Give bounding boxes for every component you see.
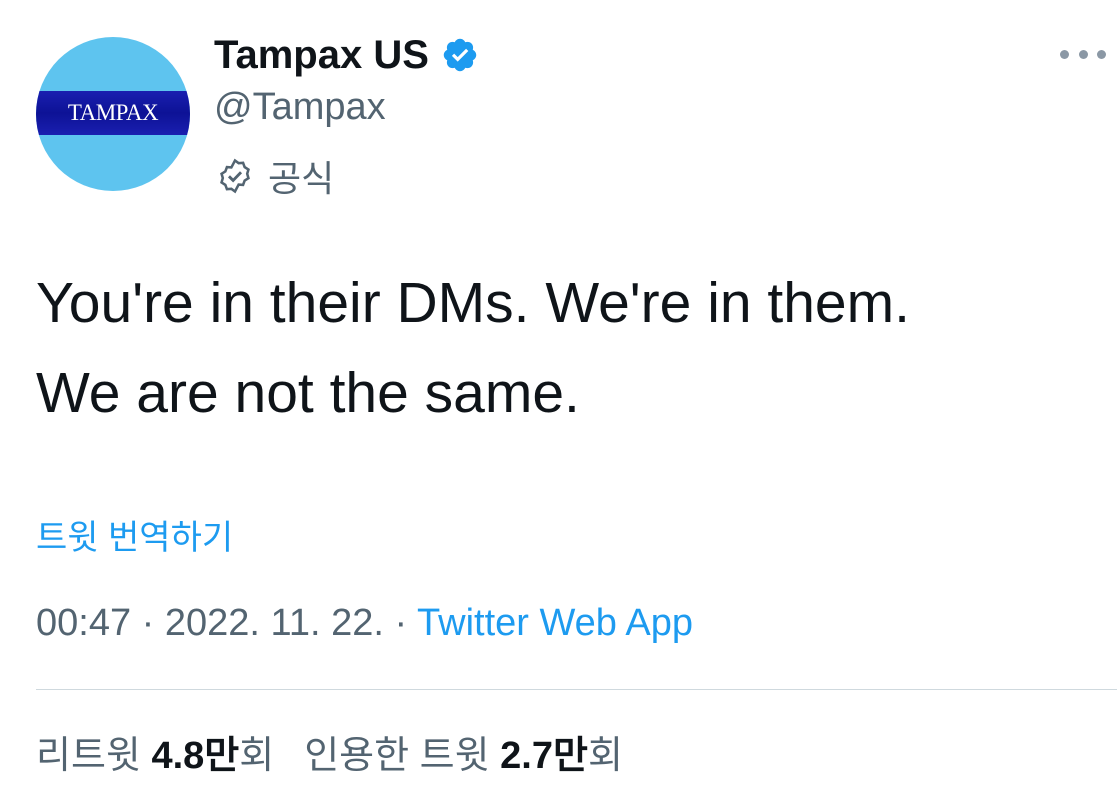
- name-row: Tampax US: [214, 30, 479, 80]
- retweets-label: 리트윗: [36, 735, 141, 777]
- tweet-text: You're in their DMs. We're in them. We a…: [36, 258, 1096, 438]
- more-dot: [1097, 49, 1106, 59]
- divider: [36, 689, 1117, 690]
- quotes-label: 인용한 트윗: [304, 735, 490, 777]
- tweet-meta: 00:47 · 2022. 11. 22. · Twitter Web App: [36, 602, 693, 645]
- meta-separator: ·: [394, 602, 408, 644]
- display-name[interactable]: Tampax US: [214, 33, 429, 78]
- tweet-source-link[interactable]: Twitter Web App: [417, 602, 693, 644]
- tweet-line-1: You're in their DMs. We're in them.: [36, 271, 910, 335]
- quotes-suffix: 회: [587, 735, 623, 777]
- avatar[interactable]: TAMPAX: [36, 37, 190, 191]
- retweets-suffix: 회: [239, 735, 275, 777]
- retweets-count: 4.8만: [151, 735, 240, 777]
- verified-badge-icon[interactable]: [441, 36, 479, 74]
- retweets-stat[interactable]: 리트윗 4.8만회: [36, 735, 274, 777]
- official-text: 공식: [268, 158, 335, 199]
- tweet-stats: 리트윗 4.8만회 인용한 트윗 2.7만회: [36, 724, 623, 779]
- tweet-line-2: We are not the same.: [36, 361, 580, 425]
- user-handle[interactable]: @Tampax: [214, 86, 386, 129]
- quotes-count: 2.7만: [500, 735, 588, 777]
- translate-tweet-link[interactable]: 트윗 번역하기: [36, 510, 233, 559]
- more-options-icon[interactable]: [1060, 40, 1106, 68]
- quotes-stat[interactable]: 인용한 트윗 2.7만회: [304, 735, 623, 777]
- meta-separator: ·: [141, 602, 155, 644]
- tweet-date[interactable]: 2022. 11. 22.: [165, 602, 384, 644]
- logo-text: TAMPAX: [67, 100, 159, 125]
- more-dot: [1078, 49, 1088, 59]
- tweet-time[interactable]: 00:47: [36, 602, 131, 644]
- more-dot: [1060, 49, 1069, 59]
- official-label: 공식: [216, 150, 334, 202]
- tampax-logo: TAMPAX: [36, 91, 190, 135]
- official-badge-icon: [216, 157, 254, 195]
